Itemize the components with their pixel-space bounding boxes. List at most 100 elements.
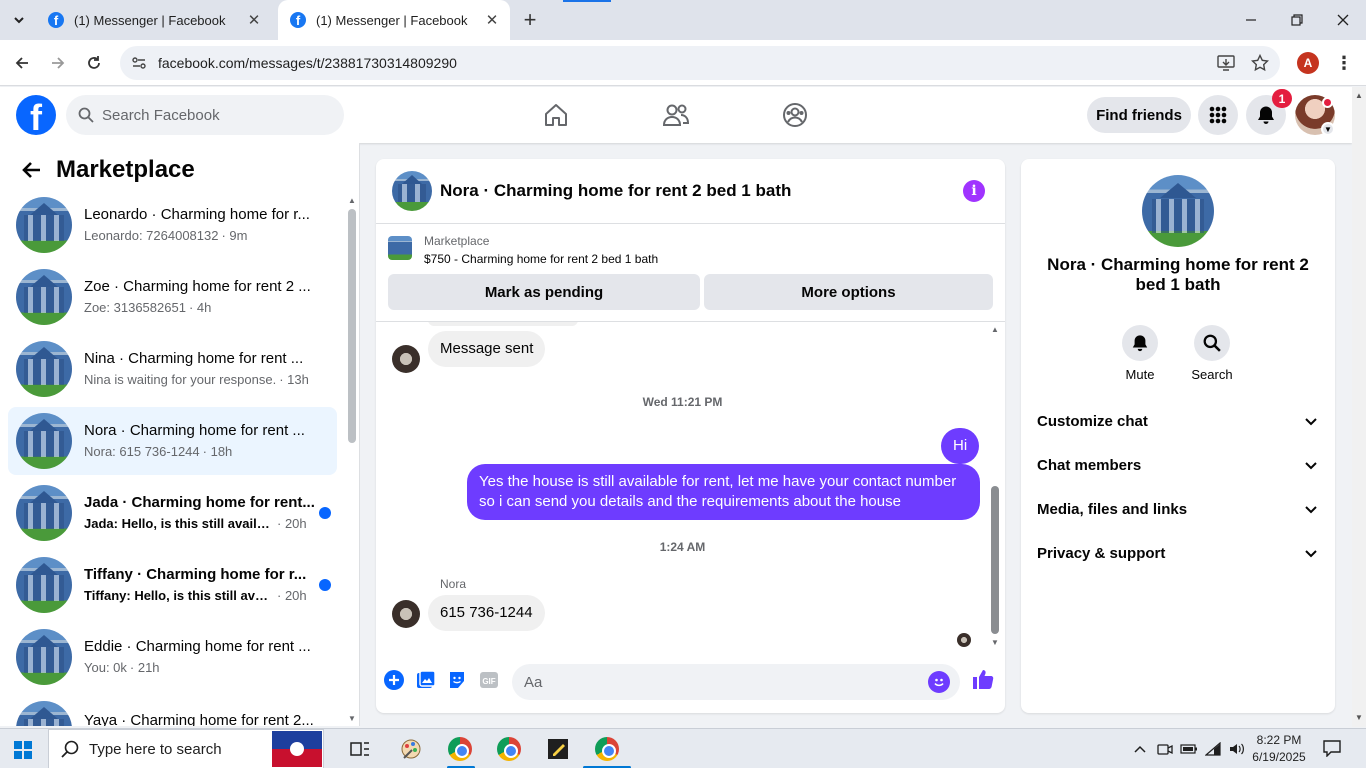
browser-menu-icon[interactable]: ⋮	[1334, 52, 1354, 74]
chrome-profile-a-icon[interactable]	[593, 735, 621, 763]
customize-chat-section[interactable]: Customize chat	[1029, 399, 1327, 443]
conversation-item-nina[interactable]: Nina · Charming home for rent ... Nina i…	[8, 335, 337, 403]
conversation-item-leonardo[interactable]: Leonardo · Charming home for r... Leonar…	[8, 191, 337, 259]
sidebar-header: Marketplace	[16, 155, 195, 185]
conversation-item-yaya[interactable]: Yaya · Charming home for rent 2...	[8, 695, 337, 726]
new-tab-button[interactable]: +	[520, 7, 540, 32]
news-widget-flag-icon[interactable]	[272, 731, 322, 767]
mute-button[interactable]: Mute	[1110, 325, 1170, 382]
windows-start-icon[interactable]	[14, 741, 32, 759]
forward-icon[interactable]	[46, 51, 70, 75]
thumbs-up-icon[interactable]	[971, 667, 995, 691]
conversation-item-tiffany[interactable]: Tiffany · Charming home for r... Tiffany…	[8, 551, 337, 619]
browser-tab-2[interactable]: f (1) Messenger | Facebook ✕	[278, 0, 510, 40]
scroll-up-arrow-icon[interactable]: ▲	[1355, 91, 1363, 100]
close-window-button[interactable]	[1320, 0, 1366, 40]
more-actions-plus-icon[interactable]	[383, 669, 405, 691]
action-center-icon[interactable]	[1322, 739, 1344, 759]
account-chevron-down-icon[interactable]: ▼	[1321, 122, 1335, 136]
listing-title[interactable]: $750 - Charming home for rent 2 bed 1 ba…	[424, 252, 658, 266]
close-tab-icon[interactable]: ✕	[484, 12, 500, 29]
chrome-icon[interactable]	[495, 735, 523, 763]
restore-button[interactable]	[1274, 0, 1320, 40]
wifi-icon[interactable]	[1203, 739, 1223, 759]
chat-scrollbar[interactable]: ▲ ▼	[990, 324, 1000, 649]
site-info-icon[interactable]	[124, 48, 154, 78]
search-in-conversation-button[interactable]: Search	[1182, 325, 1242, 382]
chat-listing-avatar[interactable]	[392, 171, 432, 211]
sticky-notes-icon[interactable]	[544, 735, 572, 763]
install-app-icon[interactable]	[1212, 49, 1240, 77]
gif-icon[interactable]: GIF	[478, 669, 500, 691]
tab-search-button[interactable]	[6, 8, 32, 32]
message-input-placeholder: Aa	[524, 673, 543, 691]
home-icon[interactable]	[541, 100, 571, 130]
paint-app-icon[interactable]	[397, 735, 425, 763]
message-input[interactable]: Aa	[512, 664, 960, 700]
media-files-links-section[interactable]: Media, files and links	[1029, 487, 1327, 531]
groups-icon[interactable]	[780, 100, 810, 130]
chat-members-section[interactable]: Chat members	[1029, 443, 1327, 487]
find-friends-button[interactable]: Find friends	[1087, 97, 1191, 133]
reload-icon[interactable]	[82, 51, 106, 75]
minimize-button[interactable]	[1228, 0, 1274, 40]
conversation-preview: Tiffany: Hello, is this still availa...	[84, 588, 274, 603]
sender-avatar[interactable]	[392, 600, 420, 628]
clock-time: 8:22 PM	[1256, 733, 1302, 747]
bookmark-star-icon[interactable]	[1246, 49, 1274, 77]
chat-panel: Nora · Charming home for rent 2 bed 1 ba…	[376, 159, 1005, 713]
conversation-item-eddie[interactable]: Eddie · Charming home for rent ... You: …	[8, 623, 337, 691]
section-label: Media, files and links	[1037, 500, 1188, 518]
chat-header: Nora · Charming home for rent 2 bed 1 ba…	[376, 159, 1005, 224]
conversation-item-nora[interactable]: Nora · Charming home for rent ... Nora: …	[8, 407, 337, 475]
scroll-down-arrow-icon[interactable]: ▼	[1355, 713, 1363, 722]
chat-title[interactable]: Nora · Charming home for rent 2 bed 1 ba…	[440, 181, 791, 201]
info-listing-avatar[interactable]	[1142, 175, 1214, 247]
scroll-up-arrow-icon[interactable]: ▲	[990, 324, 1000, 334]
show-hidden-icons-chevron-up-icon[interactable]	[1130, 739, 1150, 759]
chat-scroll-thumb[interactable]	[991, 486, 999, 634]
chevron-down-icon	[1305, 457, 1317, 474]
friends-icon[interactable]	[661, 100, 691, 130]
chrome-profile-1-icon[interactable]	[446, 735, 474, 763]
url-bar[interactable]: facebook.com/messages/t/2388173031480929…	[120, 46, 1280, 80]
sidebar-scrollbar[interactable]: ▲ ▼	[347, 195, 357, 725]
conversation-info-icon[interactable]: i	[963, 180, 985, 202]
facebook-logo-icon[interactable]: f	[16, 95, 56, 135]
scroll-down-arrow-icon[interactable]: ▼	[347, 713, 357, 723]
back-arrow-icon[interactable]	[16, 155, 46, 185]
listing-small-thumbnail[interactable]	[388, 236, 412, 260]
page-scrollbar[interactable]: ▲ ▼	[1352, 87, 1366, 727]
battery-icon[interactable]	[1179, 739, 1199, 759]
mark-as-pending-button[interactable]: Mark as pending	[388, 274, 700, 310]
sender-avatar[interactable]	[392, 345, 420, 373]
message-bubble-outgoing[interactable]: Yes the house is still available for ren…	[467, 464, 980, 520]
scroll-up-arrow-icon[interactable]: ▲	[347, 195, 357, 205]
back-icon[interactable]	[10, 51, 34, 75]
browser-tab-1[interactable]: f (1) Messenger | Facebook ✕	[36, 0, 272, 40]
taskbar-clock[interactable]: 8:22 PM 6/19/2025	[1244, 732, 1314, 766]
chevron-down-icon	[1305, 501, 1317, 518]
message-bubble-incoming[interactable]: Message sent	[428, 331, 546, 367]
info-conversation-name: Nora · Charming home for rent 2 bed 1 ba…	[1047, 255, 1309, 294]
emoji-icon[interactable]	[928, 671, 950, 693]
attach-photo-icon[interactable]	[415, 669, 437, 691]
message-bubble-outgoing[interactable]: Hi	[941, 428, 980, 464]
sidebar-scroll-thumb[interactable]	[348, 209, 356, 443]
url-text: facebook.com/messages/t/2388173031480929…	[158, 55, 457, 71]
sticker-icon[interactable]	[446, 669, 468, 691]
conversation-item-jada[interactable]: Jada · Charming home for rent... Jada: H…	[8, 479, 337, 547]
scroll-down-arrow-icon[interactable]: ▼	[990, 637, 1000, 647]
close-tab-icon[interactable]: ✕	[246, 12, 262, 29]
conversation-item-zoe[interactable]: Zoe · Charming home for rent 2 ... Zoe: …	[8, 263, 337, 331]
unread-indicator	[319, 579, 331, 591]
task-view-icon[interactable]	[346, 735, 374, 763]
menu-grid-icon[interactable]	[1198, 95, 1238, 135]
facebook-search-input[interactable]: Search Facebook	[66, 95, 344, 135]
privacy-support-section[interactable]: Privacy & support	[1029, 531, 1327, 575]
meet-now-icon[interactable]	[1155, 739, 1175, 759]
message-bubble-incoming[interactable]: 615 736-1244	[428, 595, 545, 631]
tab-strip-indicator	[563, 0, 611, 2]
more-options-button[interactable]: More options	[704, 274, 993, 310]
browser-profile-avatar[interactable]: A	[1297, 52, 1319, 74]
